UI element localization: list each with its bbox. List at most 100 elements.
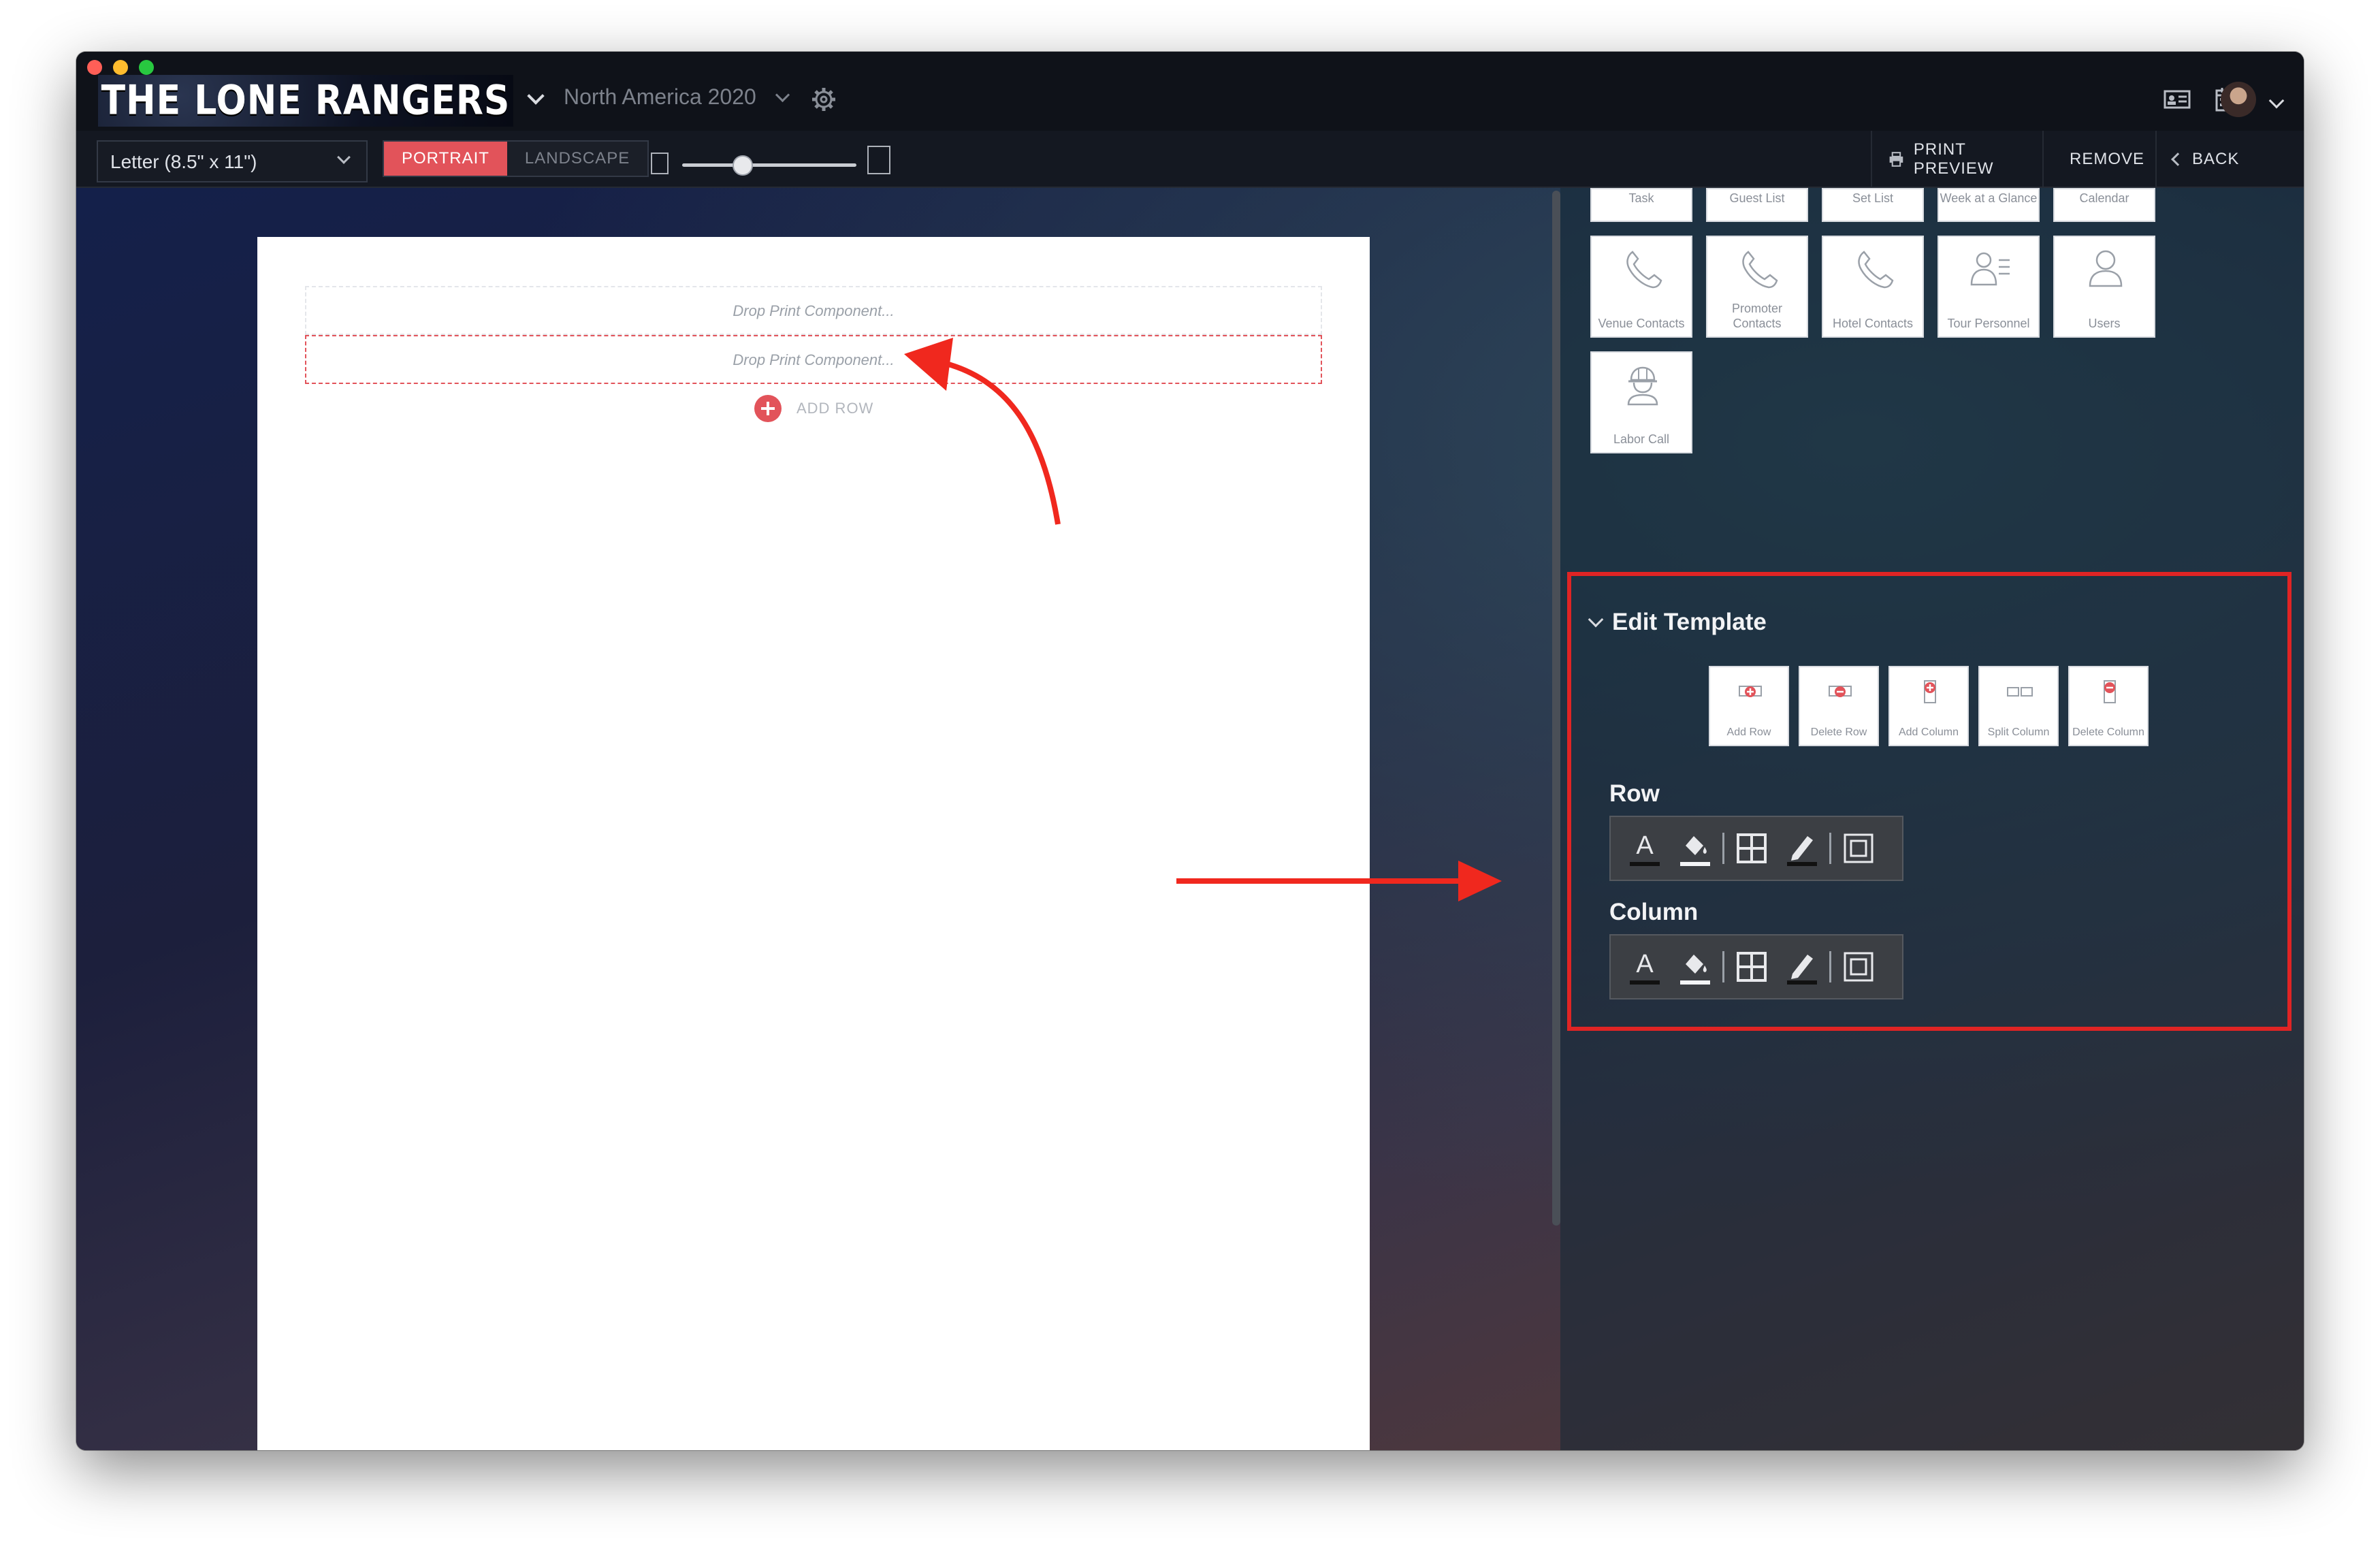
app-window: THE LONE RANGERS North America 2020 Lett…	[76, 52, 2304, 1450]
svg-text:A: A	[1636, 950, 1654, 978]
landscape-button[interactable]: LANDSCAPE	[506, 142, 648, 176]
row-fill-color-button[interactable]	[1671, 821, 1720, 876]
column-format-toolbar: A	[1609, 934, 1903, 1000]
chevron-down-icon[interactable]	[527, 87, 545, 105]
band-logo[interactable]: THE LONE RANGERS	[98, 75, 513, 127]
tool-label: Delete Row	[1810, 726, 1867, 738]
avatar[interactable]	[2221, 82, 2256, 117]
zoom-slider-handle[interactable]	[733, 155, 753, 176]
print-page: Drop Print Component... Drop Print Compo…	[257, 237, 1370, 1450]
printer-icon	[1889, 152, 1903, 167]
back-button[interactable]: BACK	[2155, 131, 2304, 188]
template-workspace: Drop Print Component... Drop Print Compo…	[76, 188, 2304, 1450]
pencil-icon	[1787, 836, 1817, 866]
component-label: Hotel Contacts	[1832, 317, 1914, 330]
column-text-color-button[interactable]: A	[1620, 940, 1669, 994]
row-format-toolbar: A	[1609, 816, 1903, 881]
add-row-icon	[1739, 686, 1762, 697]
component-label: Tour Personnel	[1947, 317, 2030, 330]
drop-zone-selected[interactable]: Drop Print Component...	[305, 335, 1322, 384]
row-border-color-button[interactable]	[1778, 821, 1827, 876]
drop-zone[interactable]: Drop Print Component...	[305, 286, 1322, 335]
component-set-list[interactable]: Set List	[1822, 188, 1924, 222]
split-column-tool-button[interactable]: Split Column	[1978, 666, 2059, 746]
orientation-toggle: PORTRAIT LANDSCAPE	[383, 140, 649, 177]
toolbar-divider	[1722, 951, 1724, 982]
row-section-label: Row	[1609, 780, 1660, 807]
chevron-down-icon	[337, 150, 351, 164]
column-border-color-button[interactable]	[1778, 940, 1827, 994]
column-section-label: Column	[1609, 899, 1699, 925]
zoom-out-page-icon[interactable]	[651, 153, 669, 174]
contact-card-icon[interactable]	[2164, 87, 2191, 112]
column-fill-color-button[interactable]	[1671, 940, 1720, 994]
edit-template-header[interactable]: Edit Template	[1588, 609, 1767, 636]
remove-button[interactable]: REMOVE	[2042, 131, 2155, 188]
chevron-down-icon	[1588, 611, 1604, 628]
component-label: Venue Contacts	[1598, 317, 1685, 330]
grid-borders-icon	[1737, 833, 1767, 863]
component-week-at-a-glance[interactable]: Week at a Glance	[1937, 188, 2040, 222]
component-venue-contacts[interactable]: Venue Contacts	[1590, 236, 1692, 338]
toolbar-divider	[1829, 951, 1831, 982]
sidebar-scrollbar[interactable]	[1552, 191, 1560, 1226]
tour-selector[interactable]: North America 2020	[564, 84, 756, 110]
component-label: Promoter Contacts	[1731, 302, 1783, 330]
row-borders-button[interactable]	[1727, 821, 1776, 876]
title-bar: THE LONE RANGERS North America 2020	[76, 52, 2304, 131]
text-color-icon: A	[1630, 831, 1660, 866]
svg-text:A: A	[1636, 831, 1654, 860]
remove-label: REMOVE	[2070, 150, 2145, 168]
phone-icon	[1858, 251, 1894, 289]
component-users[interactable]: Users	[2053, 236, 2155, 338]
column-padding-button[interactable]	[1834, 940, 1883, 994]
column-borders-button[interactable]	[1727, 940, 1776, 994]
phone-icon	[1626, 251, 1662, 289]
add-column-tool-button[interactable]: Add Column	[1888, 666, 1969, 746]
hardhat-icon	[1627, 366, 1658, 406]
delete-row-icon	[1829, 686, 1852, 697]
portrait-button[interactable]: PORTRAIT	[384, 142, 507, 176]
print-preview-button[interactable]: PRINT PREVIEW	[1871, 131, 2042, 188]
component-task[interactable]: Task	[1590, 188, 1692, 222]
add-row-tool-button[interactable]: Add Row	[1709, 666, 1789, 746]
gear-icon[interactable]	[810, 86, 837, 113]
paint-bucket-icon	[1680, 955, 1710, 985]
zoom-slider[interactable]	[682, 163, 856, 167]
add-row-button[interactable]: ADD ROW	[754, 395, 873, 422]
zoom-window-button[interactable]	[139, 60, 154, 75]
component-calendar[interactable]: Calendar	[2053, 188, 2155, 222]
print-toolbar: Letter (8.5" x 11") PORTRAIT LANDSCAPE P…	[76, 131, 2304, 188]
tool-label: Add Row	[1726, 726, 1771, 738]
delete-row-tool-button[interactable]: Delete Row	[1799, 666, 1879, 746]
component-label: Labor Call	[1613, 432, 1670, 446]
add-row-label: ADD ROW	[797, 400, 874, 417]
component-hotel-contacts[interactable]: Hotel Contacts	[1822, 236, 1924, 338]
edit-template-panel: Edit Template Add Row Delete Row Add Col…	[1567, 572, 2291, 1031]
delete-column-tool-button[interactable]: Delete Column	[2068, 666, 2149, 746]
toolbar-divider	[1829, 833, 1831, 864]
row-text-color-button[interactable]: A	[1620, 821, 1669, 876]
component-tour-personnel[interactable]: Tour Personnel	[1937, 236, 2040, 338]
padding-icon	[1844, 952, 1874, 982]
paper-size-select[interactable]: Letter (8.5" x 11")	[97, 140, 368, 182]
chevron-down-icon[interactable]	[775, 87, 790, 103]
phone-icon	[1742, 251, 1778, 289]
component-guest-list[interactable]: Guest List	[1706, 188, 1808, 222]
component-promoter-contacts[interactable]: Promoter Contacts	[1706, 236, 1808, 338]
close-window-button[interactable]	[87, 60, 102, 75]
tool-label: Delete Column	[2072, 726, 2144, 738]
split-column-icon	[2007, 687, 2033, 697]
text-color-icon: A	[1630, 950, 1660, 985]
print-preview-label: PRINT PREVIEW	[1913, 140, 1994, 178]
row-padding-button[interactable]	[1834, 821, 1883, 876]
component-label: Calendar	[2079, 191, 2129, 205]
minimize-window-button[interactable]	[113, 60, 128, 75]
edit-template-title: Edit Template	[1612, 609, 1767, 635]
padding-icon	[1844, 833, 1874, 863]
components-sidebar: Task Guest List Set List Week at a Glanc…	[1560, 188, 2304, 1450]
component-label: Set List	[1852, 191, 1894, 205]
zoom-in-page-icon[interactable]	[867, 146, 890, 174]
component-labor-call[interactable]: Labor Call	[1590, 351, 1692, 453]
component-label: Task	[1628, 191, 1654, 205]
